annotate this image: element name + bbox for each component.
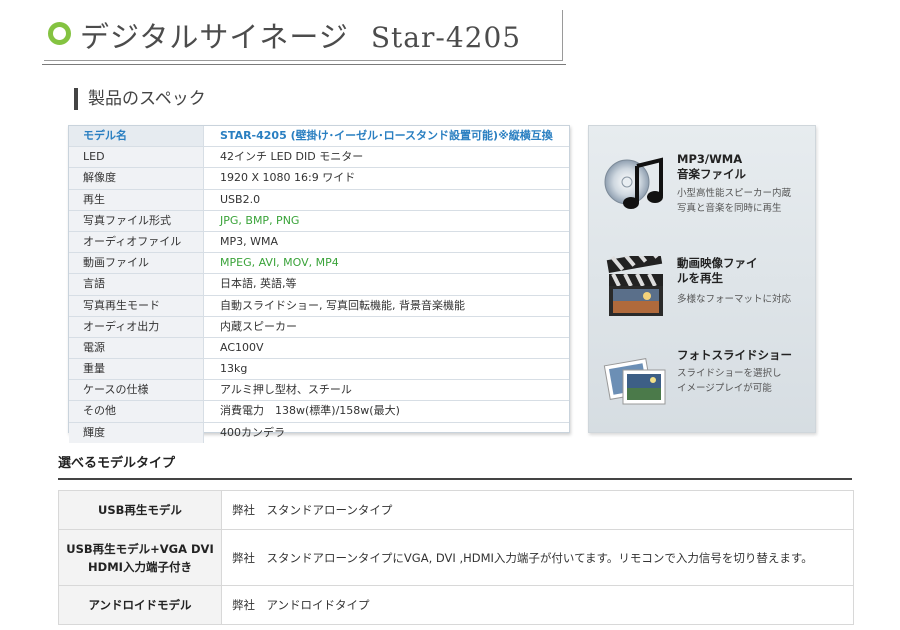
spec-value: USB2.0 — [220, 192, 261, 206]
spec-value: 1920 X 1080 16:9 ワイド — [220, 171, 356, 185]
spec-value: 消費電力 138w(標準)/158w(最大) — [220, 404, 400, 418]
spec-key: 言語 — [69, 274, 204, 295]
feature-slideshow: フォトスライドショー スライドショーを選択し イメージプレイが可能 — [603, 348, 807, 428]
spec-value: アルミ押し型材、スチール — [220, 383, 352, 397]
spec-row: モデル名 STAR-4205 (壁掛け･イーゼル･ロースタンド設置可能)※縦横互換 — [69, 126, 569, 148]
spec-value: JPG, BMP, PNG — [220, 213, 300, 227]
spec-row: 写真ファイル形式 JPG, BMP, PNG — [69, 210, 569, 232]
spec-key: ケースの仕様 — [69, 380, 204, 401]
table-row: USB再生モデル 弊社 スタンドアローンタイプ — [59, 491, 853, 530]
model-name: アンドロイドモデル — [59, 586, 222, 624]
spec-value: STAR-4205 (壁掛け･イーゼル･ロースタンド設置可能)※縦横互換 — [220, 129, 553, 142]
table-row: アンドロイドモデル 弊社 アンドロイドタイプ — [59, 586, 853, 625]
spec-row: 電源 AC100V — [69, 337, 569, 360]
spec-key: オーディオファイル — [69, 231, 204, 253]
spec-row: 輝度 400カンデラ — [69, 422, 569, 443]
spec-table: モデル名 STAR-4205 (壁掛け･イーゼル･ロースタンド設置可能)※縦横互換… — [68, 125, 570, 443]
spec-row: 重量 13kg — [69, 359, 569, 381]
feature-music: MP3/WMA 音楽ファイル 小型高性能スピーカー内蔵 写真と音楽を同時に再生 — [603, 152, 807, 232]
title-text: デジタルサイネージ — [80, 20, 349, 54]
feature-title: MP3/WMA 音楽ファイル — [677, 152, 746, 181]
spec-row: 動画ファイル MPEG, AVI, MOV, MP4 — [69, 253, 569, 275]
spec-row: ケースの仕様 アルミ押し型材、スチール — [69, 380, 569, 402]
spec-value: 内蔵スピーカー — [220, 319, 297, 333]
spec-key: 輝度 — [69, 422, 204, 443]
page-header: デジタルサイネージ Star-4205 — [42, 10, 566, 65]
spec-key: 電源 — [69, 337, 204, 359]
feature-title: 動画映像ファイ ルを再生 — [677, 256, 758, 285]
feature-video: 動画映像ファイ ルを再生 多様なフォーマットに対応 — [603, 256, 807, 336]
spec-key: その他 — [69, 401, 204, 422]
spec-section-title: 製品のスペック — [74, 88, 206, 110]
spec-row: 再生 USB2.0 — [69, 189, 569, 211]
model-heading: 選べるモデルタイプ — [58, 456, 176, 471]
model-desc: 弊社 スタンドアローンタイプ — [232, 503, 393, 517]
spec-key: 再生 — [69, 189, 204, 210]
spec-row: 解像度 1920 X 1080 16:9 ワイド — [69, 168, 569, 190]
title-model: Star-4205 — [370, 21, 522, 54]
feature-panel: MP3/WMA 音楽ファイル 小型高性能スピーカー内蔵 写真と音楽を同時に再生 … — [588, 125, 816, 433]
table-row: USB再生モデル+VGA DVI HDMI入力端子付き 弊社 スタンドアローンタ… — [59, 530, 853, 586]
model-name: USB再生モデル — [59, 491, 222, 529]
feature-desc: 小型高性能スピーカー内蔵 写真と音楽を同時に再生 — [677, 188, 792, 214]
spec-row: LED 42インチ LED DID モニター — [69, 147, 569, 169]
feature-title: フォトスライドショー — [677, 348, 792, 362]
spec-row: 写真再生モード 自動スライドショー, 写真回転機能, 背景音楽機能 — [69, 295, 569, 317]
spec-row: その他 消費電力 138w(標準)/158w(最大) — [69, 401, 569, 423]
spec-key: 解像度 — [69, 168, 204, 189]
spec-value: 自動スライドショー, 写真回転機能, 背景音楽機能 — [220, 298, 465, 312]
divider — [58, 478, 852, 480]
model-table: USB再生モデル 弊社 スタンドアローンタイプ USB再生モデル+VGA DVI… — [58, 490, 854, 625]
spec-key: 写真ファイル形式 — [69, 210, 204, 231]
spec-key: モデル名 — [69, 126, 204, 147]
spec-row: オーディオファイル MP3, WMA — [69, 231, 569, 254]
spec-row: オーディオ出力 内蔵スピーカー — [69, 316, 569, 338]
model-desc: 弊社 アンドロイドタイプ — [232, 598, 370, 612]
music-note-icon — [604, 157, 663, 209]
feature-desc: 多様なフォーマットに対応 — [677, 294, 792, 305]
spec-value: MPEG, AVI, MOV, MP4 — [220, 256, 339, 270]
spec-value: 13kg — [220, 362, 248, 376]
model-desc: 弊社 スタンドアローンタイプにVGA, DVI ,HDMI入力端子が付いてます。… — [232, 550, 813, 565]
photo-stack-icon — [603, 358, 666, 405]
spec-value: 42インチ LED DID モニター — [220, 150, 364, 164]
spec-key: 写真再生モード — [69, 295, 204, 316]
model-name: USB再生モデル+VGA DVI HDMI入力端子付き — [59, 530, 222, 585]
spec-value: MP3, WMA — [220, 234, 279, 248]
spec-value: AC100V — [220, 340, 264, 354]
spec-key: オーディオ出力 — [69, 316, 204, 337]
spec-key: 動画ファイル — [69, 253, 204, 274]
spec-value: 日本語, 英語,等 — [220, 277, 297, 291]
spec-key: 重量 — [69, 359, 204, 380]
clapperboard-icon — [606, 256, 663, 316]
spec-key: LED — [69, 147, 204, 168]
circle-bullet-icon — [48, 22, 71, 45]
feature-desc: スライドショーを選択し イメージプレイが可能 — [677, 368, 782, 394]
page-title: デジタルサイネージ Star-4205 — [80, 14, 521, 56]
spec-row: 言語 日本語, 英語,等 — [69, 274, 569, 296]
spec-value: 400カンデラ — [220, 425, 285, 439]
